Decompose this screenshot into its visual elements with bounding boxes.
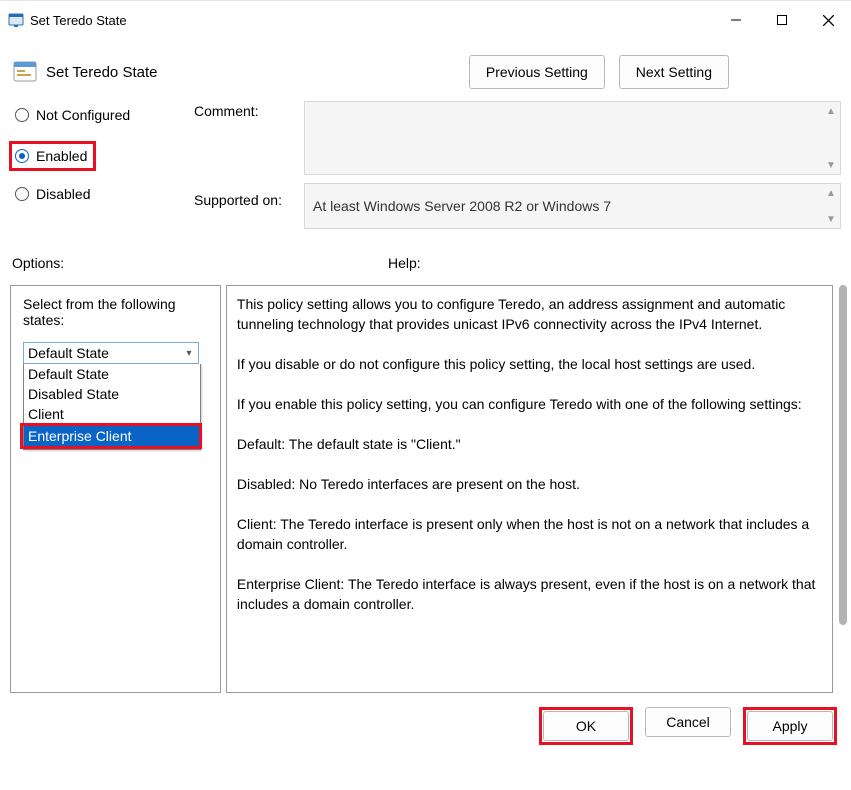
help-paragraph: If you enable this policy setting, you c…: [237, 394, 822, 414]
comment-label: Comment:: [194, 101, 304, 175]
previous-setting-button[interactable]: Previous Setting: [469, 55, 605, 89]
minimize-icon: [731, 15, 741, 25]
ok-button[interactable]: OK: [543, 711, 629, 741]
close-button[interactable]: [805, 1, 851, 39]
dropdown-selected-value: Default State: [28, 345, 109, 361]
policy-title: Set Teredo State: [46, 64, 157, 81]
listbox-item-enterprise-client[interactable]: Enterprise Client: [24, 426, 199, 446]
enabled-radio[interactable]: Enabled: [9, 141, 96, 171]
help-paragraph: This policy setting allows you to config…: [237, 294, 822, 334]
minimize-button[interactable]: [713, 1, 759, 39]
options-panel: Select from the following states: Defaul…: [10, 285, 221, 693]
highlight-box: Apply: [743, 707, 837, 745]
help-paragraph: Enterprise Client: The Teredo interface …: [237, 574, 822, 614]
comment-textarea[interactable]: ▲ ▼: [304, 101, 841, 175]
supported-label: Supported on:: [194, 183, 304, 229]
titlebar-left: Set Teredo State: [8, 12, 127, 28]
top-area: Not Configured Enabled Disabled Comment:…: [0, 89, 851, 237]
scroll-down-icon: ▼: [824, 212, 838, 226]
help-label: Help:: [388, 255, 421, 271]
teredo-state-dropdown[interactable]: Default State ▾: [23, 342, 199, 364]
dialog-window: Set Teredo State Set Teredo State Previo…: [0, 0, 851, 790]
comment-row: Comment: ▲ ▼: [194, 101, 841, 175]
header-row: Set Teredo State Previous Setting Next S…: [0, 39, 851, 89]
help-paragraph: If you disable or do not configure this …: [237, 354, 822, 374]
highlight-box: OK: [539, 707, 633, 745]
radio-icon: [15, 108, 29, 122]
section-labels: Options: Help:: [0, 237, 851, 275]
supported-on-value: At least Windows Server 2008 R2 or Windo…: [313, 198, 611, 214]
help-scrollbar[interactable]: [839, 285, 843, 693]
apply-button[interactable]: Apply: [747, 711, 833, 741]
supported-row: Supported on: At least Windows Server 20…: [194, 183, 841, 229]
listbox-item-default-state[interactable]: Default State: [24, 364, 200, 384]
footer-buttons: OK Cancel Apply: [0, 693, 851, 745]
chevron-down-icon: ▾: [180, 348, 198, 359]
options-label: Options:: [12, 255, 388, 271]
disabled-radio[interactable]: Disabled: [14, 182, 194, 206]
fields-column: Comment: ▲ ▼ Supported on: At least Wind…: [194, 101, 841, 237]
app-icon: [8, 12, 24, 28]
highlight-box: Enterprise Client: [20, 423, 202, 449]
panels-row: Select from the following states: Defaul…: [0, 275, 851, 693]
close-icon: [823, 15, 834, 26]
options-caption: Select from the following states:: [23, 296, 208, 328]
nav-buttons: Previous Setting Next Setting: [469, 55, 729, 89]
radio-label: Enabled: [36, 148, 87, 164]
listbox-item-disabled-state[interactable]: Disabled State: [24, 384, 200, 404]
help-paragraph: Disabled: No Teredo interfaces are prese…: [237, 474, 822, 494]
radio-label: Disabled: [36, 186, 90, 202]
help-panel: This policy setting allows you to config…: [226, 285, 833, 693]
listbox-item-client[interactable]: Client: [24, 404, 200, 424]
radio-icon: [15, 149, 29, 163]
window-controls: [713, 1, 851, 39]
radio-icon: [15, 187, 29, 201]
cancel-button[interactable]: Cancel: [645, 707, 731, 737]
state-radio-group: Not Configured Enabled Disabled: [14, 101, 194, 237]
radio-label: Not Configured: [36, 107, 130, 123]
titlebar: Set Teredo State: [0, 1, 851, 39]
help-paragraph: Default: The default state is "Client.": [237, 434, 822, 454]
scroll-down-icon: ▼: [824, 158, 838, 172]
not-configured-radio[interactable]: Not Configured: [14, 103, 194, 127]
scroll-up-icon: ▲: [824, 104, 838, 118]
scroll-up-icon: ▲: [824, 186, 838, 200]
window-title: Set Teredo State: [30, 13, 127, 28]
teredo-state-listbox: Default State Disabled State Client Ente…: [23, 364, 201, 450]
maximize-icon: [777, 15, 787, 25]
help-paragraph: Client: The Teredo interface is present …: [237, 514, 822, 554]
maximize-button[interactable]: [759, 1, 805, 39]
policy-icon: [12, 59, 38, 85]
supported-on-box: At least Windows Server 2008 R2 or Windo…: [304, 183, 841, 229]
next-setting-button[interactable]: Next Setting: [619, 55, 729, 89]
scrollbar-thumb[interactable]: [839, 285, 847, 625]
